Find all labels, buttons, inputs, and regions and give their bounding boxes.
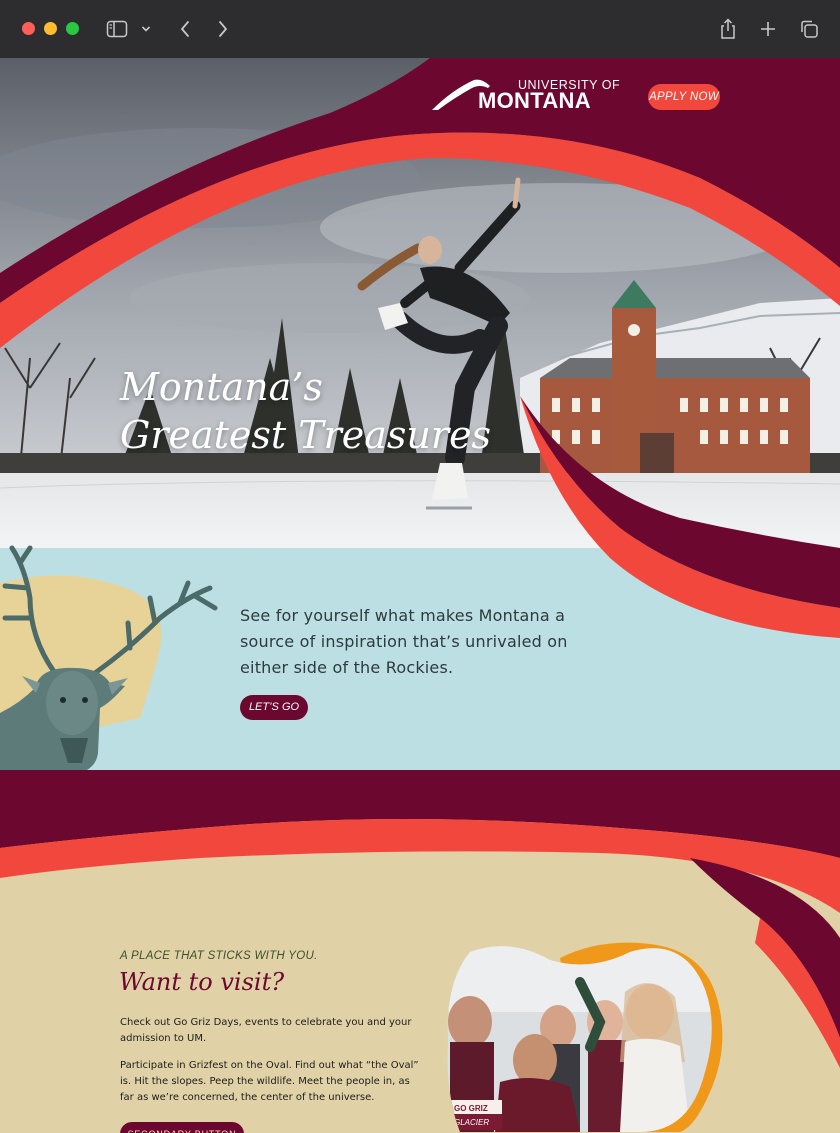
share-icon[interactable] [715, 16, 741, 42]
logo-main-text: MONTANA [478, 88, 591, 113]
back-icon[interactable] [172, 16, 198, 42]
chevron-down-icon[interactable] [136, 16, 156, 42]
visit-title: Want to visit? [119, 968, 285, 996]
zoom-window-button[interactable] [66, 22, 79, 35]
visit-paragraph-1: Check out Go Griz Days, events to celebr… [120, 1017, 412, 1044]
minimize-window-button[interactable] [44, 22, 57, 35]
apply-now-button[interactable]: APPLY NOW [648, 84, 720, 110]
intro-text: See for yourself what makes Montana a so… [240, 606, 568, 677]
visit-paragraph-2: Participate in Grizfest on the Oval. Fin… [120, 1060, 419, 1103]
tabs-overview-icon[interactable] [796, 16, 822, 42]
browser-toolbar [0, 0, 840, 59]
hero-title: Montana’s Greatest Treasures [120, 363, 491, 459]
sidebar-icon[interactable] [104, 16, 130, 42]
lets-go-button[interactable]: LET’S GO [240, 695, 308, 720]
visit-eyebrow: A PLACE THAT STICKS WITH YOU. [120, 950, 318, 962]
sign-go-griz-text: GO GRIZ [454, 1104, 488, 1113]
sign-glacier-text: GLACIER [454, 1118, 489, 1127]
forward-icon[interactable] [210, 16, 236, 42]
hero-title-line-2: Greatest Treasures [120, 413, 492, 457]
secondary-button[interactable]: SECONDARY BUTTON [120, 1122, 244, 1133]
new-tab-icon[interactable] [755, 16, 781, 42]
close-window-button[interactable] [22, 22, 35, 35]
university-logo[interactable]: UNIVERSITY OF MONTANA [432, 76, 624, 114]
hero-title-line-1: Montana’s [120, 365, 323, 409]
browser-window: UNIVERSITY OF MONTANA APPLY NOW Montana’… [0, 0, 840, 1133]
students-cheering-photo: GO GRIZ GLACIER [447, 942, 723, 1132]
webpage: UNIVERSITY OF MONTANA APPLY NOW Montana’… [0, 58, 840, 1133]
